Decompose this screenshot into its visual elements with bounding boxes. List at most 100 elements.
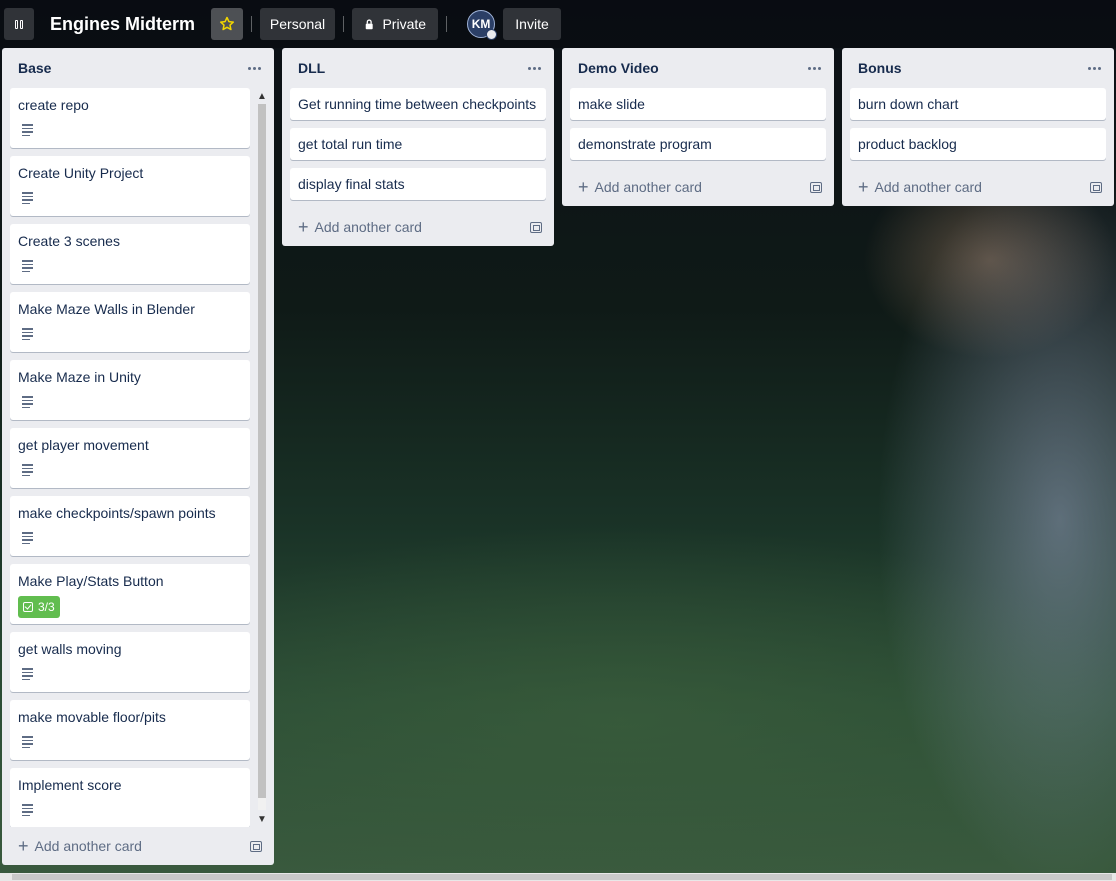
- scroll-track[interactable]: [258, 104, 266, 810]
- card-title: Create Unity Project: [18, 165, 144, 181]
- list-scrollbar[interactable]: ▲ ▼: [256, 88, 268, 827]
- star-icon: [219, 16, 235, 31]
- add-card-label: Add another card: [314, 219, 422, 235]
- add-card-button[interactable]: + Add another card: [298, 217, 422, 237]
- add-card-label: Add another card: [34, 838, 142, 854]
- scroll-thumb[interactable]: [258, 104, 266, 798]
- plus-icon: +: [578, 177, 589, 197]
- scroll-thumb[interactable]: [12, 874, 1112, 880]
- visibility-button[interactable]: Private: [352, 8, 439, 40]
- card-title: get walls moving: [18, 641, 122, 657]
- card[interactable]: Create 3 scenes: [10, 224, 250, 284]
- plus-icon: +: [298, 217, 309, 237]
- invite-button[interactable]: Invite: [503, 8, 562, 40]
- add-card-row: + Add another card: [2, 827, 274, 865]
- description-icon: [22, 260, 33, 272]
- checklist-badge: 3/3: [18, 596, 60, 618]
- card[interactable]: display final stats: [290, 168, 546, 200]
- create-from-template-icon[interactable]: [530, 221, 542, 233]
- add-card-button[interactable]: + Add another card: [18, 836, 142, 856]
- header-divider: [343, 16, 345, 32]
- card[interactable]: create repo: [10, 88, 250, 148]
- avatar[interactable]: KM: [467, 10, 498, 40]
- card[interactable]: Make Maze Walls in Blender: [10, 292, 250, 352]
- card[interactable]: Implement score: [10, 768, 250, 827]
- list-header: Base: [2, 48, 274, 88]
- header-divider: [251, 16, 253, 32]
- lock-icon: [365, 18, 373, 29]
- description-icon: [22, 532, 33, 544]
- list-cards-scroll[interactable]: create repo Create Unity Project Create …: [2, 88, 274, 827]
- card-title: get player movement: [18, 437, 149, 453]
- card-title: create repo: [18, 97, 89, 113]
- card[interactable]: Make Maze in Unity: [10, 360, 250, 420]
- card[interactable]: get walls moving: [10, 632, 250, 692]
- scroll-down-icon[interactable]: ▼: [256, 813, 268, 825]
- board-title[interactable]: Engines Midterm: [50, 14, 195, 35]
- card[interactable]: make slide: [570, 88, 826, 120]
- card-title: Make Play/Stats Button: [18, 573, 164, 589]
- list-menu-icon[interactable]: [244, 58, 264, 78]
- list-base: Base create repo Create Unity Project Cr…: [2, 48, 274, 865]
- list-title[interactable]: Base: [18, 60, 51, 76]
- card-title: burn down chart: [858, 96, 959, 112]
- list-dll: DLL Get running time between checkpoints…: [282, 48, 554, 246]
- board-header: Engines Midterm Personal Private KM Invi…: [0, 0, 1116, 48]
- create-from-template-icon[interactable]: [1090, 181, 1102, 193]
- card[interactable]: product backlog: [850, 128, 1106, 160]
- workspace-button[interactable]: Personal: [260, 8, 336, 40]
- plus-icon: +: [18, 836, 29, 856]
- visibility-label: Private: [382, 16, 427, 32]
- card-title: make movable floor/pits: [18, 709, 166, 725]
- card[interactable]: Create Unity Project: [10, 156, 250, 216]
- add-card-button[interactable]: + Add another card: [858, 178, 982, 196]
- checklist-icon: [23, 602, 33, 612]
- checklist-count: 3/3: [38, 600, 55, 614]
- list-title[interactable]: DLL: [298, 60, 325, 76]
- card[interactable]: get player movement: [10, 428, 250, 488]
- description-icon: [22, 668, 33, 680]
- description-icon: [22, 192, 33, 204]
- list-demo-video: Demo Video make slide demonstrate progra…: [562, 48, 834, 206]
- admin-badge-icon: [486, 29, 498, 40]
- board-switch-icon: [15, 19, 23, 29]
- board-horizontal-scrollbar[interactable]: [0, 873, 1116, 881]
- card-title: demonstrate program: [578, 136, 712, 152]
- add-card-row: + Add another card: [562, 168, 834, 206]
- list-title[interactable]: Demo Video: [578, 60, 659, 76]
- scroll-up-icon[interactable]: ▲: [256, 90, 268, 102]
- list-header: DLL: [282, 48, 554, 88]
- card-title: product backlog: [858, 136, 957, 152]
- card[interactable]: get total run time: [290, 128, 546, 160]
- card[interactable]: make checkpoints/spawn points: [10, 496, 250, 556]
- create-from-template-icon[interactable]: [810, 181, 822, 193]
- card[interactable]: demonstrate program: [570, 128, 826, 160]
- list-menu-icon[interactable]: [524, 58, 544, 78]
- add-card-row: + Add another card: [282, 208, 554, 246]
- card[interactable]: make movable floor/pits: [10, 700, 250, 760]
- card[interactable]: burn down chart: [850, 88, 1106, 120]
- board-switcher-button[interactable]: [4, 8, 34, 40]
- card-title: get total run time: [298, 136, 403, 152]
- card-title: Make Maze in Unity: [18, 369, 141, 385]
- card-title: Make Maze Walls in Blender: [18, 301, 195, 317]
- card[interactable]: Get running time between checkpoints: [290, 88, 546, 120]
- star-button[interactable]: [211, 8, 244, 40]
- list-menu-icon[interactable]: [804, 58, 824, 78]
- description-icon: [22, 124, 33, 136]
- card-title: make slide: [578, 96, 645, 112]
- list-title[interactable]: Bonus: [858, 60, 902, 76]
- card[interactable]: Make Play/Stats Button 3/3: [10, 564, 250, 624]
- card-title: make checkpoints/spawn points: [18, 505, 216, 521]
- create-from-template-icon[interactable]: [250, 840, 262, 852]
- card-title: Implement score: [18, 777, 122, 793]
- description-icon: [22, 804, 33, 816]
- add-card-label: Add another card: [594, 179, 702, 195]
- description-icon: [22, 396, 33, 408]
- list-menu-icon[interactable]: [1084, 58, 1104, 78]
- add-card-button[interactable]: + Add another card: [578, 177, 702, 197]
- add-card-row: + Add another card: [842, 168, 1114, 206]
- header-divider: [446, 16, 448, 32]
- list-header: Demo Video: [562, 48, 834, 88]
- add-card-label: Add another card: [874, 179, 982, 195]
